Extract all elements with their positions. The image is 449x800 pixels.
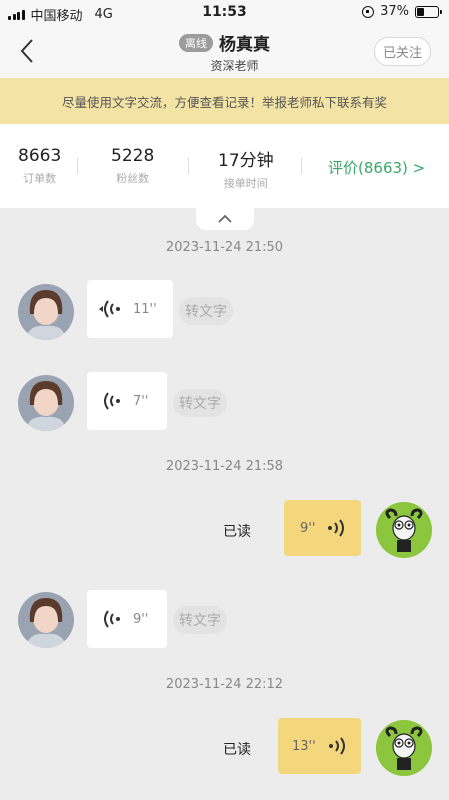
timestamp: 2023-11-24 22:12 [165, 677, 284, 692]
battery-icon [415, 5, 442, 18]
stat-label: 接单时间 [223, 177, 268, 190]
stats-panel: 8663 订单数 5228 粉丝数 17分钟 接单时间 评价(8663) > [0, 124, 449, 208]
voice-wave-icon [99, 300, 120, 318]
voice-message[interactable]: 7'' [87, 372, 167, 430]
voice-message[interactable]: 11'' [87, 280, 173, 338]
divider [301, 158, 302, 174]
rotation-lock-icon [362, 5, 375, 18]
voice-wave-icon [104, 392, 120, 410]
timestamp: 2023-11-24 21:58 [165, 459, 284, 474]
stat-value: 5228 [111, 146, 155, 166]
stat-response-time: 17分钟 接单时间 [218, 146, 274, 191]
divider [188, 158, 189, 174]
voice-duration: 9'' [300, 520, 316, 536]
voice-wave-icon [328, 519, 345, 537]
status-badge: 离线 [179, 33, 213, 52]
convert-to-text-button[interactable]: 转文字 [173, 389, 227, 417]
voice-duration: 11'' [133, 301, 157, 317]
voice-message-mine[interactable]: 13'' [278, 718, 361, 774]
chat-header: 离线 杨真真 资深老师 已关注 [0, 26, 449, 78]
convert-to-text-button[interactable]: 转文字 [173, 606, 227, 634]
timestamp: 2023-11-24 21:50 [165, 240, 284, 255]
battery-percent: 37% [380, 4, 409, 19]
my-avatar[interactable] [376, 502, 432, 558]
convert-to-text-button[interactable]: 转文字 [179, 297, 233, 325]
my-avatar[interactable] [376, 720, 432, 776]
voice-duration: 7'' [133, 393, 149, 409]
stat-label: 粉丝数 [116, 172, 150, 185]
notice-banner: 尽量使用文字交流，方便查看记录！举报老师私下联系有奖 [0, 78, 449, 124]
stat-orders: 8663 订单数 [18, 146, 61, 186]
stat-value: 8663 [18, 146, 62, 166]
notice-text: 尽量使用文字交流，方便查看记录！举报老师私下联系有奖 [61, 94, 387, 110]
avatar[interactable] [18, 284, 74, 340]
read-status: 已读 [223, 524, 251, 540]
avatar[interactable] [18, 592, 74, 648]
stat-value: 17分钟 [218, 151, 274, 171]
voice-wave-icon [104, 610, 120, 628]
chevron-up-icon [218, 214, 232, 223]
avatar[interactable] [18, 375, 74, 431]
page-title: 杨真真 [219, 35, 270, 55]
stat-fans: 5228 粉丝数 [111, 146, 154, 186]
read-status: 已读 [223, 742, 251, 758]
voice-message[interactable]: 9'' [87, 590, 167, 648]
status-bar: 中国移动 4G 11:53 37% [0, 0, 449, 26]
rating-link[interactable]: 评价(8663) > [328, 157, 425, 178]
voice-wave-icon [328, 737, 345, 755]
stat-label: 订单数 [23, 172, 57, 185]
follow-button[interactable]: 已关注 [373, 37, 431, 66]
collapse-toggle[interactable] [196, 208, 254, 230]
voice-duration: 9'' [133, 611, 149, 627]
divider [77, 158, 78, 174]
voice-duration: 13'' [292, 738, 316, 754]
voice-message-mine[interactable]: 9'' [284, 500, 361, 556]
